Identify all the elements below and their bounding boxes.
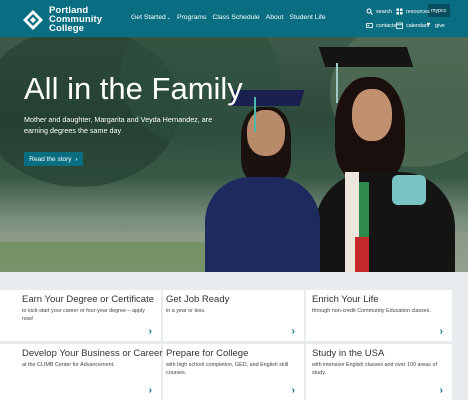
util-contacts[interactable]: contacts xyxy=(366,22,396,29)
card-desc: in a year or less. xyxy=(166,308,206,314)
heart-icon: ♥ xyxy=(426,22,431,28)
graduate-daughter-face xyxy=(247,110,285,156)
card-title: Prepare for College xyxy=(166,348,249,359)
pathway-cards: Earn Your Degree or Certificate to kick-… xyxy=(0,272,468,400)
card-enrich-life[interactable]: Enrich Your Life through non-credit Comm… xyxy=(306,290,452,341)
graduate-stole-red xyxy=(355,237,369,272)
hero-title: All in the Family xyxy=(24,71,243,106)
util-mypcc-label: mypcc xyxy=(431,8,447,14)
logo-line-3: College xyxy=(49,23,85,34)
card-earn-degree[interactable]: Earn Your Degree or Certificate to kick-… xyxy=(0,290,161,341)
nav-about[interactable]: About xyxy=(266,14,284,21)
grid-icon xyxy=(396,8,403,15)
chevron-right-icon: › xyxy=(148,326,152,337)
card-prepare-college[interactable]: Prepare for College with high school com… xyxy=(163,344,304,400)
search-icon xyxy=(366,8,373,15)
calendar-icon xyxy=(396,22,403,29)
util-contacts-label: contacts xyxy=(376,22,397,29)
card-desc: at the CLIMB Center for Advancement. xyxy=(22,362,115,368)
chevron-down-icon: ⌄ xyxy=(166,15,171,21)
read-story-label: Read the story xyxy=(29,155,72,163)
logo-text: Portland Community College xyxy=(49,6,102,34)
card-title: Enrich Your Life xyxy=(312,294,379,305)
card-title: Get Job Ready xyxy=(166,294,230,305)
card-study-usa[interactable]: Study in the USA with intensive English … xyxy=(306,344,452,400)
chevron-right-icon: › xyxy=(148,385,152,396)
read-story-button[interactable]: Read the story › xyxy=(24,152,83,166)
pcc-logo[interactable]: Portland Community College xyxy=(22,6,102,33)
util-resources-label: resources xyxy=(406,8,430,15)
card-title: Develop Your Business or Career xyxy=(22,348,163,359)
card-develop-business[interactable]: Develop Your Business or Career at the C… xyxy=(0,344,163,400)
chevron-right-icon: › xyxy=(439,326,443,337)
util-search[interactable]: search xyxy=(366,8,392,15)
main-nav: Get Started⌄ Programs Class Schedule Abo… xyxy=(131,14,326,21)
card-desc: to kick-start your career or four-year d… xyxy=(22,308,145,322)
nav-get-started-label: Get Started xyxy=(131,14,166,21)
card-title: Study in the USA xyxy=(312,348,385,359)
util-mypcc[interactable]: mypcc xyxy=(431,8,447,14)
card-desc: with high school completion, GED, and En… xyxy=(166,362,289,376)
graduate-mother-tassel xyxy=(336,63,338,103)
nav-get-started[interactable]: Get Started⌄ xyxy=(131,14,171,21)
card-job-ready[interactable]: Get Job Ready in a year or less. › xyxy=(163,290,304,341)
nav-class-schedule[interactable]: Class Schedule xyxy=(212,14,259,21)
util-resources[interactable]: resources xyxy=(396,8,430,15)
hero-banner: All in the Family Mother and daughter, M… xyxy=(0,37,468,272)
graduate-mother-face xyxy=(352,89,392,141)
graduate-mother-cap xyxy=(318,47,414,67)
card-desc: through non-credit Community Education c… xyxy=(312,308,431,314)
util-search-label: search xyxy=(376,8,393,15)
chevron-right-icon: › xyxy=(75,155,78,163)
pcc-logo-icon xyxy=(22,9,44,31)
contact-card-icon xyxy=(366,22,373,29)
nav-programs[interactable]: Programs xyxy=(177,14,206,21)
graduate-mother-hood xyxy=(392,175,426,205)
util-give[interactable]: ♥ give xyxy=(425,22,445,29)
site-header: Portland Community College Get Started⌄ … xyxy=(0,0,468,37)
graduate-daughter-gown xyxy=(205,177,320,272)
graduate-daughter-tassel xyxy=(254,97,256,132)
chevron-right-icon: › xyxy=(291,385,295,396)
hero-subtitle: Mother and daughter, Margarita and Veyda… xyxy=(24,115,213,135)
card-desc: with intensive English classes and over … xyxy=(312,362,437,376)
graduate-mother-gown xyxy=(315,172,455,272)
util-give-label: give xyxy=(435,22,445,29)
card-title: Earn Your Degree or Certificate xyxy=(22,294,155,305)
chevron-right-icon: › xyxy=(439,385,443,396)
nav-student-life[interactable]: Student Life xyxy=(289,14,325,21)
chevron-right-icon: › xyxy=(291,326,295,337)
